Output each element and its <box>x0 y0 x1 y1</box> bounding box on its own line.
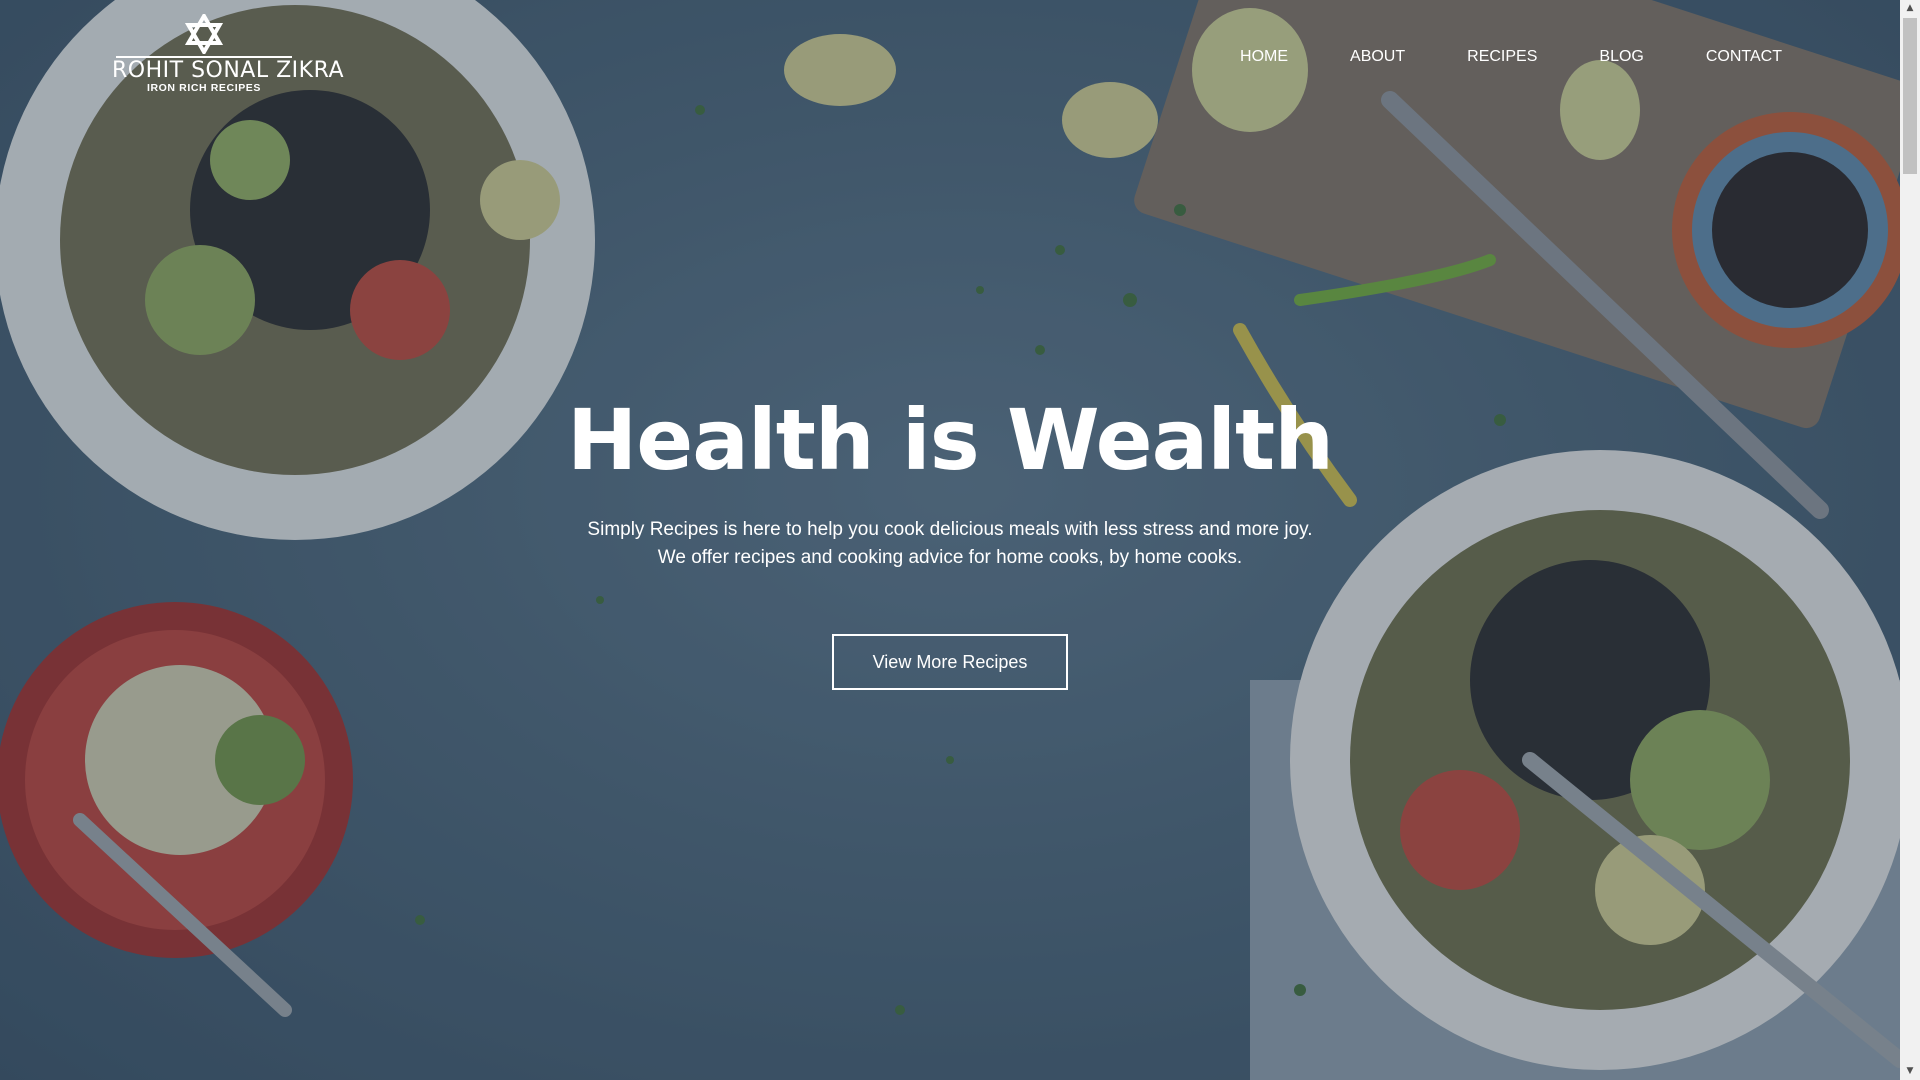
star-of-david-icon <box>184 14 224 54</box>
hero-title: Health is Wealth <box>566 391 1334 489</box>
brand-name: ROHIT SONAL ZIKRA <box>112 58 345 83</box>
hero-description-line-1: Simply Recipes is here to help you cook … <box>587 519 1313 540</box>
scrollbar[interactable]: ▲ ▼ <box>1900 0 1920 1080</box>
scrollbar-thumb[interactable] <box>1903 18 1917 174</box>
brand-tagline: IRON RICH RECIPES <box>146 82 262 94</box>
site-logo[interactable]: ROHIT SONAL ZIKRA IRON RICH RECIPES <box>112 14 345 94</box>
arrow-up-icon[interactable]: ▲ <box>1900 0 1920 17</box>
nav-blog[interactable]: BLOG <box>1599 48 1643 66</box>
nav-home[interactable]: HOME <box>1240 48 1288 66</box>
arrow-down-icon[interactable]: ▼ <box>1900 1063 1920 1080</box>
nav-contact[interactable]: CONTACT <box>1706 48 1782 66</box>
main-nav: HOME ABOUT RECIPES BLOG CONTACT <box>1178 48 1782 66</box>
hero-description: Simply Recipes is here to help you cook … <box>0 516 1900 572</box>
view-more-recipes-button[interactable]: View More Recipes <box>832 634 1068 690</box>
page: ROHIT SONAL ZIKRA IRON RICH RECIPES HOME… <box>0 0 1920 1080</box>
nav-about[interactable]: ABOUT <box>1350 48 1405 66</box>
nav-recipes[interactable]: RECIPES <box>1467 48 1537 66</box>
hero-description-line-2: We offer recipes and cooking advice for … <box>657 547 1243 568</box>
hero-section: Health is Wealth Simply Recipes is here … <box>0 390 1900 690</box>
